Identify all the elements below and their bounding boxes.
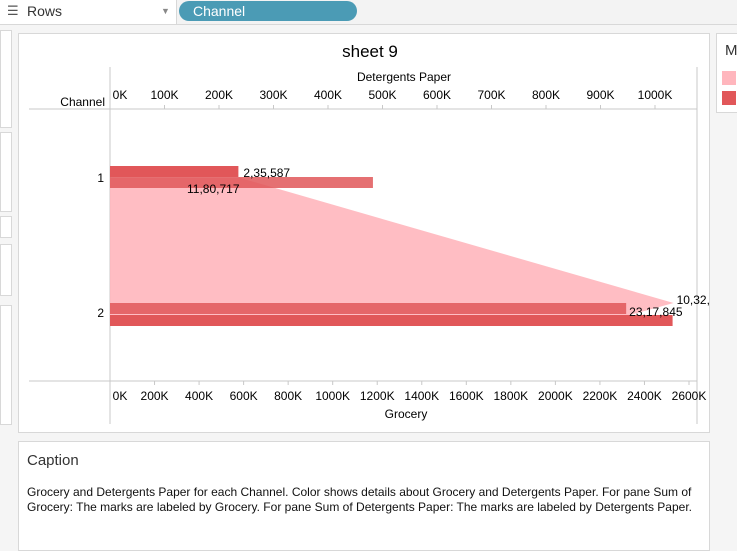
bottom-axis-tick-label: 1600K — [449, 389, 484, 403]
caption-panel: Caption Grocery and Detergents Paper for… — [18, 441, 710, 551]
grocery-bar — [110, 303, 627, 314]
chevron-down-icon[interactable]: ▼ — [161, 6, 170, 16]
top-axis-tick-label: 400K — [314, 88, 342, 102]
bottom-axis-tick-label: 1800K — [493, 389, 528, 403]
channel-pill[interactable]: Channel — [179, 1, 357, 21]
top-axis-tick-label: 700K — [477, 88, 505, 102]
bottom-axis-tick-label: 2400K — [627, 389, 662, 403]
legend-swatch[interactable] — [722, 91, 736, 105]
rows-shelf-label: ☰ Rows ▼ — [0, 0, 177, 24]
grocery-bar — [110, 177, 373, 188]
bottom-axis-label: Grocery — [385, 407, 428, 421]
bottom-axis-tick-label: 2200K — [583, 389, 618, 403]
detergents-bar — [110, 166, 239, 177]
top-axis-tick-label: 500K — [368, 88, 396, 102]
left-panel-card — [0, 30, 12, 128]
left-panel-card — [0, 216, 12, 238]
bottom-axis-tick-label: 400K — [185, 389, 213, 403]
legend-panel: M — [716, 33, 737, 113]
bottom-axis-tick-label: 600K — [230, 389, 258, 403]
caption-text: Grocery and Detergents Paper for each Ch… — [27, 485, 692, 514]
top-axis-tick-label: 900K — [586, 88, 614, 102]
top-axis-tick-label: 100K — [150, 88, 178, 102]
top-axis-tick-label: 0K — [113, 88, 128, 102]
row-header: Channel — [60, 95, 105, 109]
bottom-axis-tick-label: 1200K — [360, 389, 395, 403]
category-label: 2 — [97, 306, 104, 320]
left-panel-strip — [0, 30, 12, 547]
bottom-axis-tick-label: 200K — [141, 389, 169, 403]
rows-shelf-text: Rows — [27, 3, 63, 19]
top-axis-tick-label: 600K — [423, 88, 451, 102]
data-label-grocery: 23,17,845 — [629, 305, 683, 319]
left-panel-card — [0, 244, 12, 296]
bottom-axis-tick-label: 2600K — [672, 389, 707, 403]
bottom-axis-tick-label: 1400K — [404, 389, 439, 403]
chart-svg: sheet 9 Detergents Paper Grocery Channel… — [29, 42, 730, 424]
caption-title: Caption — [27, 452, 79, 469]
top-axis-tick-label: 1000K — [638, 88, 673, 102]
rows-icon: ☰ — [7, 3, 19, 18]
data-label-detergents: 2,35,587 — [243, 166, 290, 180]
legend-title: M — [725, 42, 737, 59]
bottom-axis-tick-label: 1000K — [315, 389, 350, 403]
sheet-view: sheet 9 Detergents Paper Grocery Channel… — [18, 33, 730, 433]
detergents-bar — [110, 315, 673, 326]
bottom-axis-tick-label: 800K — [274, 389, 302, 403]
top-axis-tick-label: 300K — [259, 88, 287, 102]
chart-title: sheet 9 — [342, 42, 398, 61]
category-label: 1 — [97, 171, 104, 185]
bottom-axis-tick-label: 2000K — [538, 389, 573, 403]
left-panel-card — [0, 305, 12, 425]
legend-swatch[interactable] — [722, 71, 736, 85]
data-label-grocery: 11,80,717 — [187, 182, 240, 196]
left-panel-card — [0, 132, 12, 212]
rows-shelf: ☰ Rows ▼ Channel — [0, 0, 737, 25]
bottom-axis-tick-label: 0K — [113, 389, 128, 403]
top-axis-label: Detergents Paper — [357, 70, 451, 84]
grocery-area — [110, 178, 674, 316]
top-axis-tick-label: 200K — [205, 88, 233, 102]
top-axis-tick-label: 800K — [532, 88, 560, 102]
